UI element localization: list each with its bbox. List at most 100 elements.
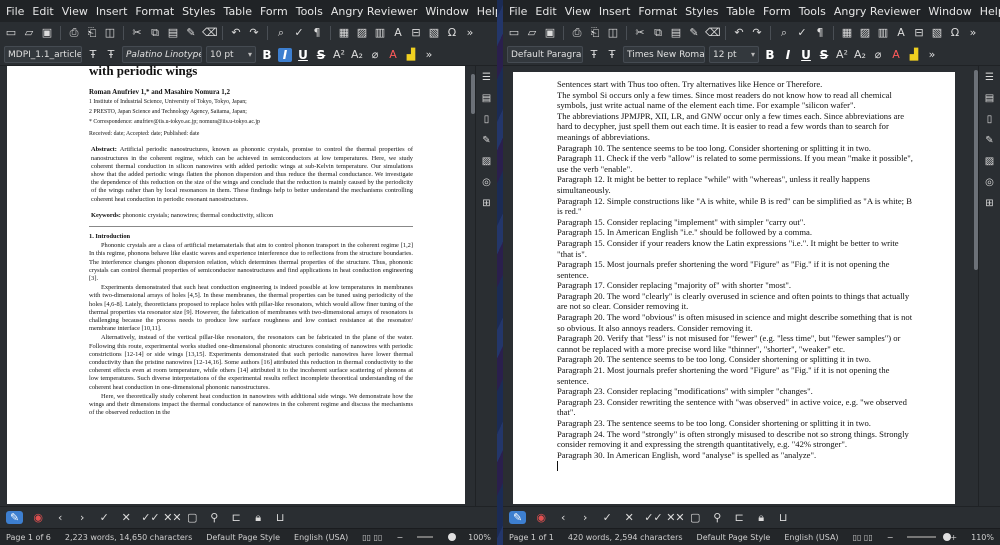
clear-formatting-icon[interactable]: ⌫ — [202, 26, 218, 40]
accept-all-icon[interactable]: ✓✓ — [141, 511, 159, 525]
page-style[interactable]: Default Page Style — [697, 533, 771, 542]
scrollbar-thumb[interactable] — [974, 70, 978, 270]
menu-file[interactable]: File — [509, 5, 527, 18]
new-style-icon[interactable]: Ŧ — [104, 48, 118, 62]
angry-reviewer-icon[interactable]: ✎ — [509, 511, 527, 524]
menu-window[interactable]: Window — [928, 5, 971, 18]
underline-icon[interactable]: U — [799, 48, 813, 62]
reject-all-icon[interactable]: ✕✕ — [666, 511, 684, 525]
spelling-icon[interactable]: ✓ — [292, 26, 306, 40]
spelling-icon[interactable]: ✓ — [795, 26, 809, 40]
zoom-slider-knob[interactable] — [448, 533, 457, 541]
sidebar-menu-icon[interactable]: ☰ — [984, 72, 996, 84]
merge-icon[interactable]: ⊔ — [776, 511, 790, 525]
merge-icon[interactable]: ⊔ — [273, 511, 287, 525]
subscript-icon[interactable]: A₂ — [350, 48, 364, 62]
print-preview-icon[interactable]: ◫ — [103, 26, 117, 40]
menu-tools[interactable]: Tools — [799, 5, 826, 18]
menu-file[interactable]: File — [6, 5, 24, 18]
update-style-icon[interactable]: Ŧ — [86, 48, 100, 62]
language[interactable]: English (USA) — [784, 533, 838, 542]
cut-icon[interactable]: ✂ — [633, 26, 647, 40]
document-canvas[interactable]: Sentences start with Thus too often. Try… — [503, 66, 974, 506]
overflow-chevron-icon[interactable]: » — [966, 26, 980, 40]
gallery-icon[interactable]: ▨ — [481, 156, 493, 168]
compare-icon[interactable]: ⊏ — [229, 511, 243, 525]
properties-icon[interactable]: ▤ — [481, 93, 493, 105]
protect-icon[interactable]: ⚲ — [710, 511, 724, 525]
formatting-marks-icon[interactable]: ¶ — [813, 26, 827, 40]
font-color-icon[interactable]: A — [386, 48, 400, 62]
page-break-icon[interactable]: ⊟ — [912, 26, 926, 40]
lock-icon[interactable]: 🔒︎ — [754, 511, 768, 525]
menu-window[interactable]: Window — [425, 5, 468, 18]
menu-styles[interactable]: Styles — [685, 5, 718, 18]
print-preview-icon[interactable]: ◫ — [606, 26, 620, 40]
print-icon[interactable]: ⎗ — [588, 26, 602, 40]
find-replace-icon[interactable]: ⌕ — [274, 26, 288, 40]
update-style-icon[interactable]: Ŧ — [587, 48, 601, 62]
italic-icon[interactable]: I — [781, 48, 795, 62]
word-count[interactable]: 420 words, 2,594 characters — [568, 533, 683, 542]
special-character-icon[interactable]: Ω — [948, 26, 962, 40]
open-folder-icon[interactable]: ▱ — [22, 26, 36, 40]
vertical-scrollbar[interactable] — [974, 66, 978, 506]
font-size-combo[interactable]: 10 pt ▾ — [206, 46, 256, 63]
new-document-icon[interactable]: ▭ — [4, 26, 18, 40]
accept-all-icon[interactable]: ✓✓ — [644, 511, 662, 525]
bold-icon[interactable]: B — [260, 48, 274, 62]
copy-icon[interactable]: ⧉ — [148, 26, 162, 40]
menu-table[interactable]: Table — [224, 5, 252, 18]
word-count[interactable]: 2,223 words, 14,650 characters — [65, 533, 192, 542]
manage-changes-icon[interactable]: ⊞ — [481, 198, 493, 210]
zoom-out-icon[interactable]: − — [887, 533, 894, 542]
view-layout-icon[interactable]: ▯▯ ▯▯ — [362, 533, 382, 542]
styles-icon[interactable]: ✎ — [481, 135, 493, 147]
menu-format[interactable]: Format — [638, 5, 677, 18]
insert-image-icon[interactable]: ▨ — [355, 26, 369, 40]
menu-form[interactable]: Form — [763, 5, 791, 18]
page-icon[interactable]: ▯ — [984, 114, 996, 126]
page-count[interactable]: Page 1 of 1 — [509, 533, 554, 542]
zoom-slider[interactable] — [417, 533, 457, 541]
undo-icon[interactable]: ↶ — [732, 26, 746, 40]
subscript-icon[interactable]: A₂ — [853, 48, 867, 62]
sidebar-menu-icon[interactable]: ☰ — [481, 72, 493, 84]
previous-icon[interactable]: ‹ — [556, 511, 570, 525]
insert-textbox-icon[interactable]: A — [894, 26, 908, 40]
overflow-chevron-icon[interactable]: » — [925, 48, 939, 62]
styles-icon[interactable]: ✎ — [984, 135, 996, 147]
clear-direct-formatting-icon[interactable]: ⌀ — [871, 48, 885, 62]
navigator-icon[interactable]: ◎ — [481, 177, 493, 189]
superscript-icon[interactable]: A² — [835, 48, 849, 62]
paste-icon[interactable]: ▤ — [669, 26, 683, 40]
reject-icon[interactable]: ✕ — [119, 511, 133, 525]
font-name-combo[interactable]: Times New Roman▾ — [623, 46, 705, 63]
menu-angry-reviewer[interactable]: Angry Reviewer — [834, 5, 921, 18]
menu-help[interactable]: Help — [980, 5, 1000, 18]
navigator-icon[interactable]: ◎ — [984, 177, 996, 189]
cut-icon[interactable]: ✂ — [130, 26, 144, 40]
overflow-chevron-icon[interactable]: » — [463, 26, 477, 40]
paste-icon[interactable]: ▤ — [166, 26, 180, 40]
export-pdf-icon[interactable]: ⎙ — [67, 26, 81, 40]
zoom-level[interactable]: 100% — [468, 533, 491, 542]
clear-formatting-icon[interactable]: ⌫ — [705, 26, 721, 40]
new-style-icon[interactable]: Ŧ — [605, 48, 619, 62]
special-character-icon[interactable]: Ω — [445, 26, 459, 40]
copy-icon[interactable]: ⧉ — [651, 26, 665, 40]
clone-formatting-icon[interactable]: ✎ — [687, 26, 701, 40]
menu-insert[interactable]: Insert — [96, 5, 128, 18]
protect-icon[interactable]: ⚲ — [207, 511, 221, 525]
font-size-combo[interactable]: 12 pt ▾ — [709, 46, 759, 63]
comment-icon[interactable]: ▢ — [688, 511, 702, 525]
save-icon[interactable]: ▣ — [543, 26, 557, 40]
font-color-icon[interactable]: A — [889, 48, 903, 62]
menu-table[interactable]: Table — [727, 5, 755, 18]
language[interactable]: English (USA) — [294, 533, 348, 542]
menu-tools[interactable]: Tools — [296, 5, 323, 18]
insert-table-icon[interactable]: ▦ — [337, 26, 351, 40]
underline-icon[interactable]: U — [296, 48, 310, 62]
reject-all-icon[interactable]: ✕✕ — [163, 511, 181, 525]
open-folder-icon[interactable]: ▱ — [525, 26, 539, 40]
